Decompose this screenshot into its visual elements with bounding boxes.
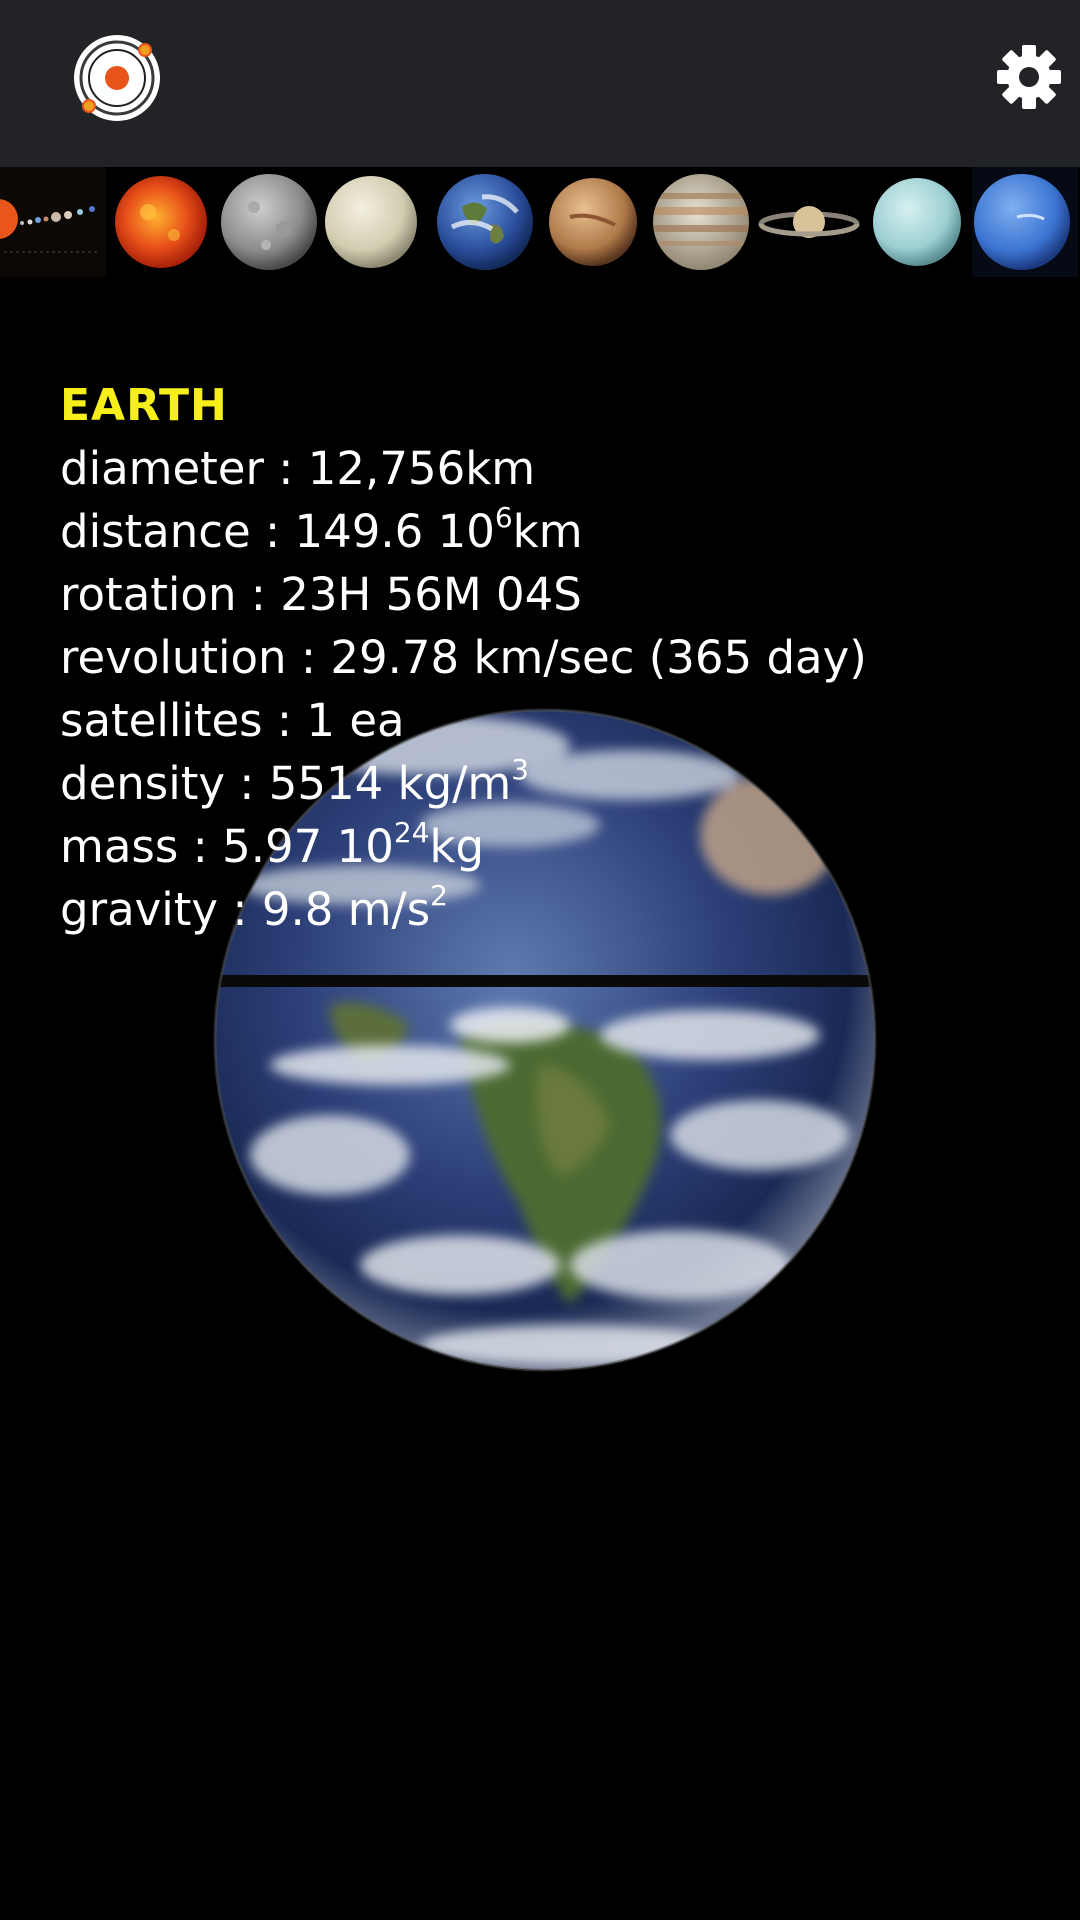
gravity-label: gravity : (60, 883, 262, 936)
mars-thumb[interactable] (540, 167, 646, 277)
density-label: density : (60, 757, 269, 810)
diameter-row: diameter : 12,756km (60, 437, 867, 500)
gravity-value: 9.8 m/s (261, 883, 431, 936)
mass-value: 5.97 10 (222, 820, 394, 873)
distance-row: distance : 149.6 106km (60, 500, 867, 563)
distance-value: 149.6 10 (294, 505, 495, 558)
orbit-logo-icon[interactable] (72, 33, 162, 123)
distance-exponent: 6 (494, 501, 513, 534)
distance-unit: km (512, 505, 583, 558)
sun-thumb[interactable] (108, 167, 214, 277)
top-app-bar (0, 0, 1080, 167)
diameter-value: 12,756km (307, 442, 536, 495)
revolution-value: 29.78 km/sec (365 day) (330, 631, 867, 684)
density-exponent: 3 (511, 753, 530, 786)
rotation-label: rotation : (60, 568, 281, 621)
revolution-label: revolution : (60, 631, 331, 684)
gravity-row: gravity : 9.8 m/s2 (60, 878, 867, 941)
uranus-thumb[interactable] (864, 167, 970, 277)
planet-selector-strip (0, 167, 1080, 277)
satellites-value: 1 ea (306, 694, 405, 747)
satellites-row: satellites : 1 ea (60, 689, 867, 752)
distance-label: distance : (60, 505, 295, 558)
planet-info-panel: EARTH diameter : 12,756km distance : 149… (60, 378, 867, 941)
earth-thumb[interactable] (432, 167, 538, 277)
neptune-thumb[interactable] (972, 167, 1078, 277)
satellites-label: satellites : (60, 694, 307, 747)
diameter-label: diameter : (60, 442, 308, 495)
gear-icon[interactable] (996, 44, 1062, 110)
mass-unit: kg (429, 820, 485, 873)
gravity-exponent: 2 (430, 879, 448, 912)
mass-exponent: 24 (393, 816, 430, 849)
mass-row: mass : 5.97 1024kg (60, 815, 867, 878)
density-value: 5514 kg/m (268, 757, 512, 810)
jupiter-thumb[interactable] (648, 167, 754, 277)
planet-name: EARTH (60, 380, 228, 431)
solar-system-thumb[interactable] (0, 167, 106, 277)
saturn-thumb[interactable] (756, 167, 862, 277)
mercury-thumb[interactable] (216, 167, 322, 277)
density-row: density : 5514 kg/m3 (60, 752, 867, 815)
rotation-value: 23H 56M 04S (280, 568, 582, 621)
rotation-row: rotation : 23H 56M 04S (60, 563, 867, 626)
mass-label: mass : (60, 820, 223, 873)
revolution-row: revolution : 29.78 km/sec (365 day) (60, 626, 867, 689)
venus-thumb[interactable] (324, 167, 430, 277)
